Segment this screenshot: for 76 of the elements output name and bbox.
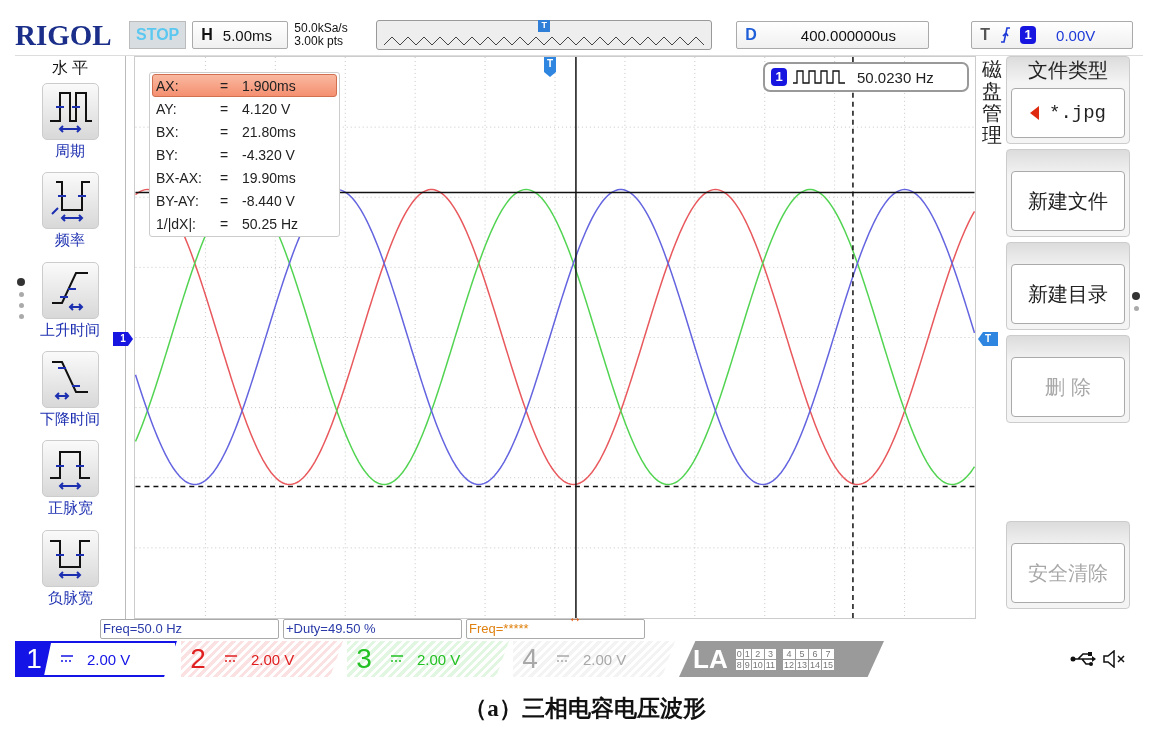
digital-channel-label: 5 (796, 648, 809, 659)
menu-button[interactable]: 新建文件 (1006, 149, 1130, 237)
digital-channel-label: 4 (783, 648, 796, 659)
menu-button-label: 新建文件 (1011, 171, 1125, 231)
measurement-button[interactable] (41, 440, 99, 498)
usb-icon (1070, 652, 1096, 666)
readout-row-text: BY: = -4.320 V (155, 145, 296, 165)
measurement-button[interactable] (41, 529, 99, 587)
logic-analyzer-tab[interactable]: LA 0 1 2 3 4 5 6 7 8 9 10 11 12 13 14 15 (679, 641, 884, 677)
menu-button[interactable]: 新建目录 (1006, 242, 1130, 330)
timebase-box: H 5.00ms (192, 21, 289, 49)
dc-coupling-icon (61, 655, 73, 663)
memory-depth: 3.00k pts (294, 35, 344, 48)
measurement-label: 频率 (55, 231, 85, 251)
menu-title: 磁盘管理 (982, 57, 1002, 146)
readout-row: AX: = 1.900ms (152, 74, 337, 97)
measurement-readout: Freq=50.0 Hz (100, 619, 279, 639)
menu-button-label: 删 除 (1011, 357, 1125, 417)
measurement-label: 负脉宽 (47, 588, 93, 608)
digital-channel-label: 7 (822, 648, 835, 659)
menu-option[interactable]: 文件类型 *.jpg (1006, 56, 1130, 144)
channel-marker: 1 (113, 332, 133, 346)
menu-button-label: 新建目录 (1011, 264, 1125, 324)
trigger-level-marker: T (978, 332, 998, 346)
trigger-position-marker: T (538, 20, 551, 32)
digital-channel-label: 13 (796, 659, 809, 670)
menu-button-label: 安全清除 (1011, 543, 1125, 603)
measurement-label: 周期 (55, 142, 85, 161)
selection-arrow-icon (1030, 106, 1039, 120)
digital-channel-label: 15 (822, 659, 835, 670)
digital-channel-label: 9 (743, 659, 751, 670)
channel-tab[interactable]: 2 2.00 V (181, 641, 343, 677)
channel-tab[interactable]: 1 2.00 V (15, 641, 177, 677)
digital-channel-label: 3 (764, 648, 777, 659)
trigger-box: T 1 0.00V (971, 21, 1134, 49)
dc-coupling-icon (225, 655, 237, 663)
digital-channel-label: 8 (735, 659, 743, 670)
digital-channel-label: 14 (809, 659, 822, 670)
figure-caption: （a）三相电容电压波形 (463, 695, 707, 723)
digital-channel-label: 0 (735, 648, 743, 659)
menu-title: 水 平 (51, 58, 89, 78)
sample-rate: 50.0kSa/s (294, 22, 349, 35)
brand-logo: RIGOL (15, 18, 113, 52)
readout-row-text: BX-AX: = 19.90ms (155, 168, 297, 188)
measurement-button[interactable] (41, 261, 99, 319)
trigger-position-marker: T (544, 57, 556, 77)
readout-row-text: BY-AY: = -8.440 V (155, 191, 296, 211)
dc-coupling-icon (391, 655, 403, 663)
run-state-badge: STOP (129, 21, 187, 49)
measurement-readout: +Duty=49.50 % (283, 619, 462, 639)
channel-badge: 1 (771, 68, 787, 86)
frequency-value: 50.0230 Hz (857, 68, 934, 86)
measurement-label: 正脉宽 (47, 499, 93, 519)
measurement-button[interactable] (41, 83, 99, 140)
measurement-label: 上升时间 (40, 320, 100, 340)
digital-channel-label: 1 (743, 648, 751, 659)
digital-channel-label: 10 (751, 659, 764, 670)
rising-edge-icon (1000, 27, 1011, 43)
readout-row-text: AY: = 4.120 V (155, 99, 292, 119)
delay-box: D 400.000000us (736, 21, 930, 49)
waveform-overview-icon (384, 36, 705, 46)
measurement-label: 下降时间 (40, 410, 100, 429)
option-label: 文件类型 (1028, 58, 1108, 83)
measurement-button[interactable] (41, 351, 99, 408)
trigger-source-badge: 1 (1020, 26, 1037, 44)
digital-channel-label: 11 (764, 659, 777, 670)
pulse-train-icon (793, 70, 845, 84)
measurement-button[interactable] (41, 172, 99, 230)
readout-row-text: 1/|dX|: = 50.25 Hz (155, 214, 300, 234)
option-value: *.jpg (1049, 102, 1106, 124)
dc-coupling-icon (557, 655, 569, 663)
muted-speaker-icon (1102, 650, 1128, 668)
digital-channel-label: 2 (751, 648, 764, 659)
readout-row-text: BX: = 21.80ms (155, 122, 297, 142)
digital-channel-label: 6 (809, 648, 822, 659)
digital-channel-label: 12 (783, 659, 796, 670)
